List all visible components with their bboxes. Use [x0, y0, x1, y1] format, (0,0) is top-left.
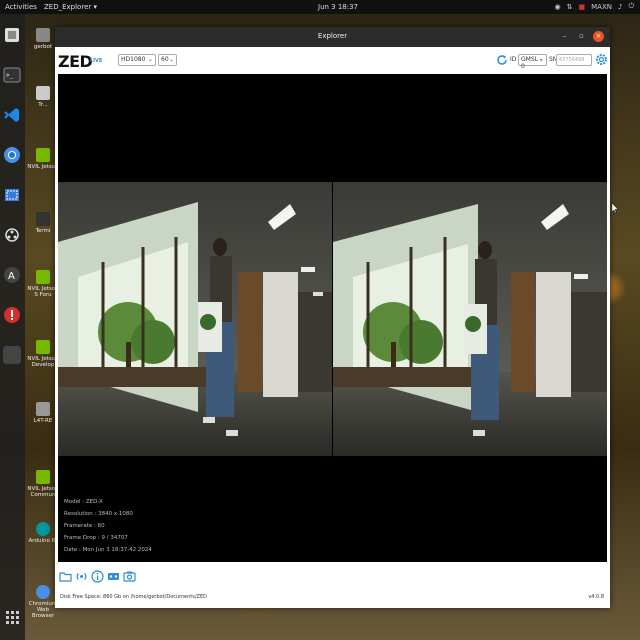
- show-apps-icon[interactable]: [3, 608, 21, 626]
- id-label: ID: [510, 56, 517, 63]
- desktop-icon-label: Tr...: [38, 102, 48, 108]
- chevron-down-icon: ⌄: [168, 56, 174, 63]
- resolution-value: HD1080: [121, 56, 146, 63]
- fps-value: 60: [161, 56, 169, 63]
- system-tray: ◉ ⇅ ■ MAXN ♪ ⏻: [555, 2, 635, 11]
- frame-drop-info: Frame Drop : 9 / 34707: [64, 535, 128, 541]
- window-controls: – ▫ ×: [559, 31, 604, 42]
- model-info: Model : ZED-X: [64, 499, 103, 505]
- files-icon[interactable]: [3, 26, 21, 44]
- zed-logo: ZED: [58, 52, 93, 71]
- chromium-icon[interactable]: [3, 146, 21, 164]
- mouse-cursor-icon: [612, 203, 618, 213]
- resolution-select[interactable]: HD1080 ⌄: [118, 54, 156, 66]
- stream-icon[interactable]: [75, 570, 88, 583]
- desktop-icon-label: gerbot: [33, 44, 53, 50]
- chevron-down-icon: ⌄: [538, 56, 544, 63]
- desktop-icon-label: NVIL Jetson Develop: [27, 356, 59, 368]
- framerate-info: Framerate : 60: [64, 523, 105, 529]
- refresh-icon[interactable]: [496, 54, 508, 66]
- volume-icon[interactable]: ♪: [618, 3, 622, 11]
- svg-text:>_: >_: [6, 72, 14, 79]
- obs-icon[interactable]: [3, 226, 21, 244]
- resolution-info: Resolution : 3840 x 1080: [64, 511, 133, 517]
- live-indicator: LIVE: [90, 58, 103, 64]
- desktop-icon-label: Chromium Web Browser: [28, 601, 58, 619]
- version-label: v4.0.8: [588, 594, 604, 600]
- record-icon[interactable]: ◉: [555, 3, 561, 11]
- left-camera-frame: [58, 182, 332, 456]
- toolbar: ZED LIVE HD1080 ⌄ 60 ⌄ ID GMSL - 0 ⌄ SN …: [55, 47, 610, 75]
- zed-explorer-dock-icon[interactable]: [3, 346, 21, 364]
- video-view[interactable]: Model : ZED-X Resolution : 3840 x 1080 F…: [58, 74, 607, 562]
- window-titlebar[interactable]: Explorer – ▫ ×: [55, 27, 610, 47]
- camera-snapshot-icon[interactable]: [123, 570, 136, 583]
- desktop-icon-label: NVIL Jetson: [27, 164, 59, 170]
- nvidia-mode-label[interactable]: MAXN: [591, 3, 612, 11]
- desktop-icon-label: NVIL Jetson Commun: [27, 486, 59, 498]
- camera-info-overlay: Model : ZED-X Resolution : 3840 x 1080 F…: [64, 496, 152, 556]
- svg-text:A: A: [8, 271, 15, 282]
- desktop-icon-label: Termi: [35, 228, 51, 234]
- app-store-icon[interactable]: A: [3, 266, 21, 284]
- network-icon[interactable]: ⇅: [567, 3, 573, 11]
- gear-icon[interactable]: [595, 53, 608, 66]
- right-camera-frame: [333, 182, 607, 456]
- desktop-icon-label: NVIL Jetson S Foru: [27, 286, 59, 298]
- chevron-down-icon: ⌄: [147, 56, 153, 63]
- serial-number-input[interactable]: 43756498: [556, 54, 592, 66]
- maximize-icon[interactable]: ▫: [576, 31, 587, 42]
- clock[interactable]: Jun 3 18:37: [318, 3, 358, 11]
- date-info: Date : Mon Jun 3 18:37:42 2024: [64, 547, 152, 553]
- dock: >_ A: [0, 14, 25, 640]
- explorer-window: Explorer – ▫ × ZED LIVE HD1080 ⌄ 60 ⌄ ID…: [55, 27, 610, 608]
- vscode-icon[interactable]: [3, 106, 21, 124]
- bottom-toolbar: [59, 570, 136, 583]
- disk-status: Disk Free Space: 860 Gb on /home/gerbot/…: [60, 594, 207, 600]
- fps-select[interactable]: 60 ⌄: [158, 54, 177, 66]
- info-icon[interactable]: [91, 570, 104, 583]
- nvidia-icon[interactable]: ■: [578, 3, 585, 11]
- activities-button[interactable]: Activities: [5, 3, 37, 11]
- screenshot-icon[interactable]: [3, 186, 21, 204]
- update-alert-icon[interactable]: [3, 306, 21, 324]
- app-menu[interactable]: ZED_Explorer ▾: [44, 3, 97, 11]
- close-icon[interactable]: ×: [593, 31, 604, 42]
- camera-select[interactable]: GMSL - 0 ⌄: [518, 54, 547, 70]
- top-bar: Activities ZED_Explorer ▾ Jun 3 18:37 ◉ …: [0, 0, 640, 14]
- window-title: Explorer: [317, 32, 348, 40]
- desktop-icon-label: Arduino ID: [28, 538, 58, 544]
- record-video-icon[interactable]: [107, 570, 120, 583]
- terminal-icon[interactable]: >_: [3, 66, 21, 84]
- minimize-icon[interactable]: –: [559, 31, 570, 42]
- power-icon[interactable]: ⏻: [628, 2, 634, 11]
- folder-icon[interactable]: [59, 570, 72, 583]
- desktop-icon-label: L4T-RE: [33, 418, 53, 424]
